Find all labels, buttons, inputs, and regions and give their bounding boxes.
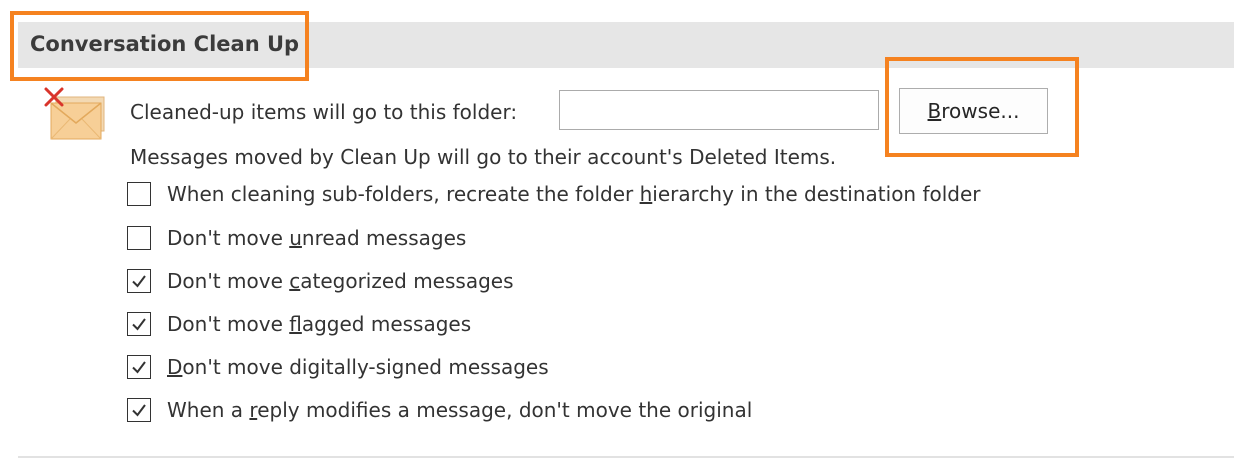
- option-label-recreate-hierarchy: When cleaning sub-folders, recreate the …: [167, 182, 981, 206]
- option-dont-move-categorized[interactable]: Don't move categorized messages: [127, 267, 514, 295]
- access-key-letter: h: [639, 182, 653, 206]
- option-label-dont-move-signed: Don't move digitally-signed messages: [167, 355, 549, 379]
- option-label-dont-move-flagged: Don't move flagged messages: [167, 312, 472, 336]
- option-dont-move-signed[interactable]: Don't move digitally-signed messages: [127, 353, 549, 381]
- checkbox-dont-move-signed[interactable]: [127, 355, 151, 379]
- checkbox-reply-modifies-original[interactable]: [127, 398, 151, 422]
- option-label-dont-move-categorized: Don't move categorized messages: [167, 269, 514, 293]
- folder-label: Cleaned-up items will go to this folder:: [130, 100, 518, 124]
- option-dont-move-unread[interactable]: Don't move unread messages: [127, 224, 466, 252]
- browse-button[interactable]: Browse...: [899, 88, 1048, 134]
- section-title: Conversation Clean Up: [30, 32, 300, 56]
- checkmark-icon: [132, 275, 146, 288]
- access-key-letter: B: [927, 99, 942, 123]
- option-recreate-hierarchy[interactable]: When cleaning sub-folders, recreate the …: [127, 180, 981, 208]
- option-reply-modifies-original[interactable]: When a reply modifies a message, don't m…: [127, 396, 752, 424]
- browse-button-label: Browse...: [927, 99, 1020, 123]
- checkmark-icon: [132, 318, 146, 331]
- checkbox-recreate-hierarchy[interactable]: [127, 182, 151, 206]
- checkbox-dont-move-categorized[interactable]: [127, 269, 151, 293]
- deleted-items-info-text: Messages moved by Clean Up will go to th…: [130, 145, 837, 169]
- bottom-divider: [18, 456, 1234, 458]
- checkbox-dont-move-flagged[interactable]: [127, 312, 151, 336]
- option-dont-move-flagged[interactable]: Don't move flagged messages: [127, 310, 471, 338]
- checkmark-icon: [132, 361, 146, 374]
- cleanup-envelope-icon: [42, 86, 108, 144]
- option-label-reply-modifies-original: When a reply modifies a message, don't m…: [167, 398, 753, 422]
- access-key-letter: r: [249, 398, 258, 422]
- access-key-letter: u: [289, 226, 302, 250]
- checkbox-dont-move-unread[interactable]: [127, 226, 151, 250]
- destination-folder-input[interactable]: [559, 90, 879, 130]
- checkmark-icon: [132, 404, 146, 417]
- access-key-letter: D: [167, 355, 183, 379]
- access-key-letter: c: [289, 269, 301, 293]
- access-key-letter: f: [289, 312, 302, 336]
- option-label-dont-move-unread: Don't move unread messages: [167, 226, 467, 250]
